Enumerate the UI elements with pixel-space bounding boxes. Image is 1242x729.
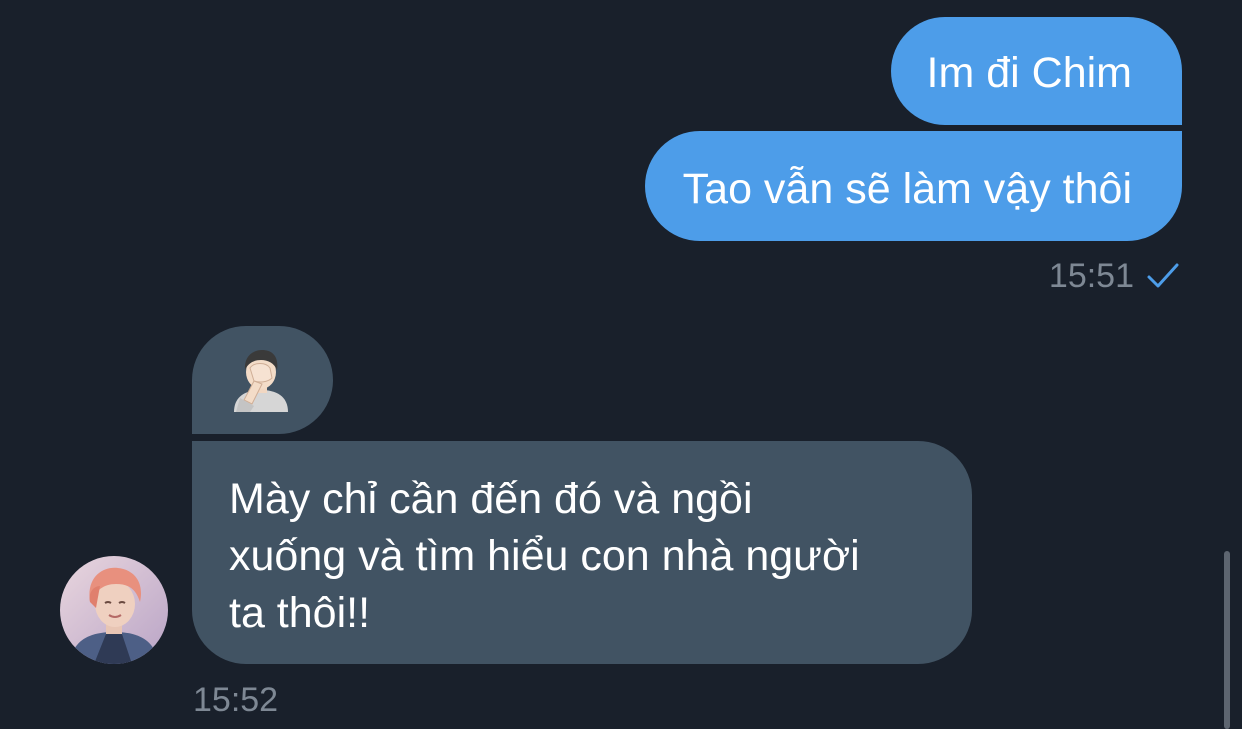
message-text-line: xuống và tìm hiểu con nhà người xyxy=(229,532,860,580)
outgoing-message-bubble[interactable]: Tao vẫn sẽ làm vậy thôi xyxy=(644,131,1182,241)
message-timestamp: 15:51 xyxy=(1048,257,1134,295)
incoming-message-bubble[interactable]: Mày chỉ cần đến đó và ngồi xuống và tìm … xyxy=(192,441,972,664)
message-text-line: ta thôi!! xyxy=(229,589,371,637)
chat-view: Im đi Chim Tao vẫn sẽ làm vậy thôi 15:51… xyxy=(0,0,1242,729)
incoming-emoji-bubble[interactable] xyxy=(192,326,333,434)
message-text: Im đi Chim xyxy=(926,49,1132,97)
message-text-line: Mày chỉ cần đến đó và ngồi xyxy=(229,475,753,523)
outgoing-message-bubble[interactable]: Im đi Chim xyxy=(890,17,1182,125)
message-text: Tao vẫn sẽ làm vậy thôi xyxy=(682,165,1132,213)
facepalm-emoji-icon xyxy=(234,350,288,412)
scrollbar[interactable] xyxy=(1224,551,1230,729)
avatar-image xyxy=(60,556,168,664)
message-timestamp: 15:52 xyxy=(193,681,279,719)
contact-avatar[interactable] xyxy=(60,556,168,664)
check-icon xyxy=(1147,263,1179,288)
